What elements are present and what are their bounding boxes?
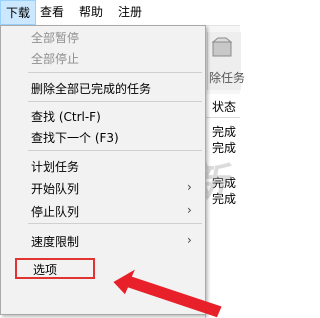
menu-separator (28, 101, 202, 102)
delete-task-icon (211, 37, 233, 57)
menu-item-stop-all[interactable]: 全部停止 (31, 50, 79, 68)
menu-item-stop-queue[interactable]: 停止队列 (31, 203, 79, 221)
menu-item-options[interactable]: 选项 (33, 261, 57, 279)
menu-item-pause-all[interactable]: 全部暂停 (31, 29, 79, 47)
status-cell: 完成 (212, 125, 237, 139)
menu-item-delete-completed[interactable]: 删除全部已完成的任务 (31, 80, 151, 98)
menu-separator (28, 72, 202, 73)
status-column-header[interactable]: 状态 (205, 95, 240, 118)
menu-download[interactable]: 下载 (0, 0, 36, 25)
menu-register[interactable]: 注册 (118, 0, 142, 25)
menu-item-find-next[interactable]: 查找下一个 (F3) (31, 129, 119, 147)
menu-help[interactable]: 帮助 (79, 0, 103, 25)
menu-view[interactable]: 查看 (40, 0, 64, 25)
menu-separator (28, 150, 202, 151)
menu-item-speed-limit[interactable]: 速度限制 (31, 233, 79, 251)
submenu-arrow-icon: › (187, 180, 192, 194)
menu-bar: 下载 查看 帮助 注册 (0, 0, 240, 26)
submenu-arrow-icon: › (187, 203, 192, 217)
menu-item-scheduler[interactable]: 计划任务 (31, 158, 79, 176)
submenu-arrow-icon: › (187, 233, 192, 247)
pointer-arrow-icon (113, 269, 222, 318)
menu-item-start-queue[interactable]: 开始队列 (31, 180, 79, 198)
menu-item-find[interactable]: 查找 (Ctrl-F) (31, 108, 101, 126)
status-header-label: 状态 (212, 100, 237, 114)
delete-task-label: 除任务 (209, 71, 246, 85)
menu-separator (28, 223, 202, 224)
